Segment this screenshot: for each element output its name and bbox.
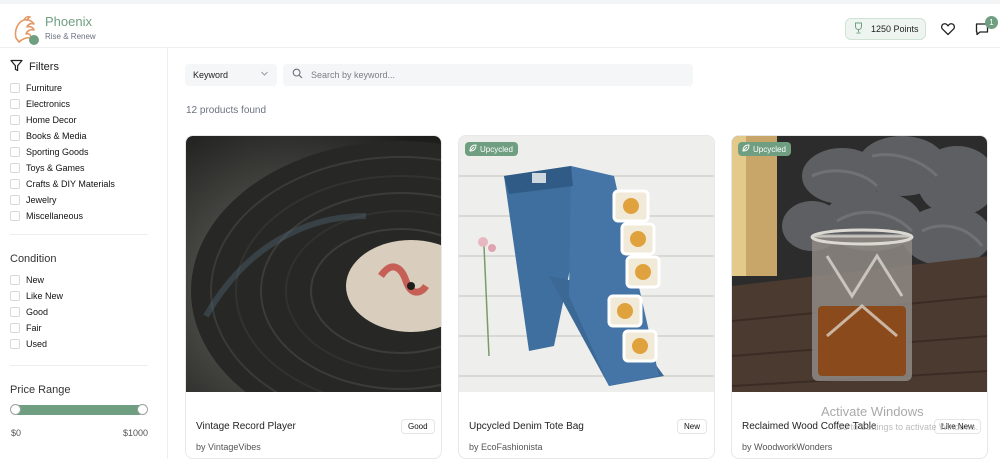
price-range-slider[interactable] bbox=[14, 405, 142, 415]
windows-activation-watermark: Activate Windows bbox=[821, 404, 924, 419]
checkbox[interactable] bbox=[10, 323, 20, 333]
checkbox[interactable] bbox=[10, 115, 20, 125]
trophy-icon bbox=[854, 22, 863, 36]
phoenix-logo-icon[interactable] bbox=[10, 12, 40, 46]
category-option[interactable]: Sporting Goods bbox=[10, 144, 115, 160]
price-max-label: $1000 bbox=[123, 428, 149, 438]
category-label: Miscellaneous bbox=[26, 211, 84, 221]
search-type-label: Keyword bbox=[193, 70, 229, 80]
product-title[interactable]: Vintage Record Player bbox=[196, 421, 296, 432]
filter-icon bbox=[10, 59, 23, 75]
checkbox[interactable] bbox=[10, 99, 20, 109]
category-label: Crafts & DIY Materials bbox=[26, 179, 115, 189]
divider bbox=[10, 365, 148, 366]
leaf-icon bbox=[469, 144, 477, 154]
points-label: 1250 Points bbox=[871, 24, 919, 34]
checkbox[interactable] bbox=[10, 291, 20, 301]
search-input[interactable] bbox=[311, 70, 671, 80]
checkbox[interactable] bbox=[10, 195, 20, 205]
product-image bbox=[732, 136, 987, 392]
category-label: Sporting Goods bbox=[26, 147, 89, 157]
category-option[interactable]: Home Decor bbox=[10, 112, 115, 128]
category-filter-list: Furniture Electronics Home Decor Books &… bbox=[10, 80, 115, 224]
condition-label: Used bbox=[26, 339, 48, 349]
upcycled-badge: Upcycled bbox=[738, 142, 791, 156]
checkbox[interactable] bbox=[10, 211, 20, 221]
category-label: Furniture bbox=[26, 83, 63, 93]
upcycled-label: Upcycled bbox=[480, 144, 513, 154]
category-label: Toys & Games bbox=[26, 163, 85, 173]
category-label: Electronics bbox=[26, 99, 71, 109]
checkbox[interactable] bbox=[10, 83, 20, 93]
category-option[interactable]: Toys & Games bbox=[10, 160, 115, 176]
price-range-title: Price Range bbox=[10, 384, 71, 396]
condition-filter-list: New Like New Good Fair Used bbox=[10, 272, 63, 352]
filter-sidebar: Filters Furniture Electronics Home Decor… bbox=[0, 48, 168, 459]
price-min-handle[interactable] bbox=[10, 404, 21, 415]
leaf-icon bbox=[742, 144, 750, 154]
filters-label: Filters bbox=[29, 61, 59, 73]
category-option[interactable]: Jewelry bbox=[10, 192, 115, 208]
category-label: Books & Media bbox=[26, 131, 87, 141]
checkbox[interactable] bbox=[10, 339, 20, 349]
category-option[interactable]: Miscellaneous bbox=[10, 208, 115, 224]
condition-label: Good bbox=[26, 307, 49, 317]
category-option[interactable]: Books & Media bbox=[10, 128, 115, 144]
search-icon bbox=[292, 66, 303, 84]
checkbox[interactable] bbox=[10, 131, 20, 141]
upcycled-badge: Upcycled bbox=[465, 142, 518, 156]
category-label: Home Decor bbox=[26, 115, 77, 125]
category-option[interactable]: Crafts & DIY Materials bbox=[10, 176, 115, 192]
results-count: 12 products found bbox=[186, 105, 267, 116]
price-min-label: $0 bbox=[11, 428, 22, 438]
chevron-down-icon bbox=[260, 69, 269, 80]
search-bar bbox=[283, 64, 693, 86]
windows-activation-subtext: Go to Settings to activate Windows. bbox=[836, 422, 979, 432]
product-image bbox=[459, 136, 714, 392]
condition-option[interactable]: Good bbox=[10, 304, 63, 320]
product-card[interactable]: Upcycled Upcycled Denim Tote Bag New by … bbox=[458, 135, 715, 459]
price-max-handle[interactable] bbox=[137, 404, 148, 415]
condition-badge: New bbox=[677, 419, 708, 434]
category-label: Jewelry bbox=[26, 195, 57, 205]
condition-option[interactable]: Used bbox=[10, 336, 63, 352]
category-option[interactable]: Electronics bbox=[10, 96, 115, 112]
heart-icon[interactable] bbox=[940, 21, 956, 37]
checkbox[interactable] bbox=[10, 163, 20, 173]
top-navigation-bar: Phoenix Rise & Renew 1250 Points 1 bbox=[0, 0, 1000, 48]
filters-header: Filters bbox=[10, 59, 59, 75]
checkbox[interactable] bbox=[10, 307, 20, 317]
checkbox[interactable] bbox=[10, 147, 20, 157]
condition-label: Fair bbox=[26, 323, 42, 333]
product-title[interactable]: Upcycled Denim Tote Bag bbox=[469, 421, 584, 432]
divider bbox=[10, 234, 148, 235]
upcycled-label: Upcycled bbox=[753, 144, 786, 154]
product-image bbox=[186, 136, 441, 392]
product-card[interactable]: Vintage Record Player Good by VintageVib… bbox=[185, 135, 442, 459]
notification-badge: 1 bbox=[985, 16, 998, 29]
condition-label: New bbox=[26, 275, 45, 285]
checkbox[interactable] bbox=[10, 179, 20, 189]
brand-name: Phoenix bbox=[45, 14, 92, 29]
seller-name[interactable]: by EcoFashionista bbox=[469, 442, 543, 452]
search-type-select[interactable]: Keyword bbox=[185, 64, 277, 86]
condition-option[interactable]: New bbox=[10, 272, 63, 288]
condition-option[interactable]: Like New bbox=[10, 288, 63, 304]
condition-label: Like New bbox=[26, 291, 64, 301]
seller-name[interactable]: by VintageVibes bbox=[196, 442, 261, 452]
points-button[interactable]: 1250 Points bbox=[845, 18, 926, 40]
seller-name[interactable]: by WoodworkWonders bbox=[742, 442, 832, 452]
checkbox[interactable] bbox=[10, 275, 20, 285]
category-option[interactable]: Furniture bbox=[10, 80, 115, 96]
brand-tagline: Rise & Renew bbox=[45, 32, 96, 41]
condition-badge: Good bbox=[401, 419, 435, 434]
condition-title: Condition bbox=[10, 253, 57, 265]
condition-option[interactable]: Fair bbox=[10, 320, 63, 336]
